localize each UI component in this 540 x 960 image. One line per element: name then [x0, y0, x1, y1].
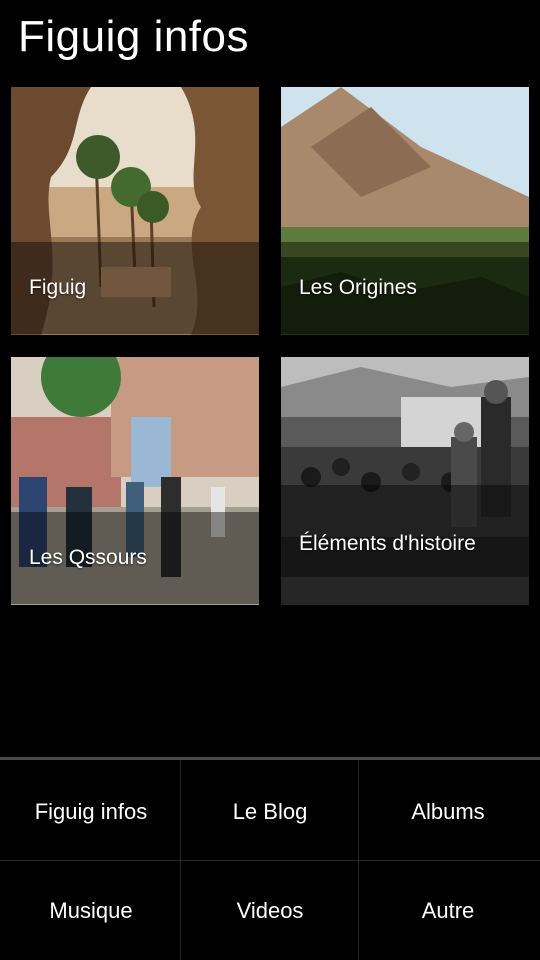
tile-les-origines[interactable]: Les Origines: [281, 87, 529, 335]
menu-item-videos[interactable]: Videos: [181, 861, 359, 960]
menu-item-figuig-infos[interactable]: Figuig infos: [2, 762, 180, 861]
bottom-menu: Figuig infos Le Blog Albums Musique Vide…: [0, 760, 540, 960]
tile-label: Les Qssours: [29, 546, 147, 569]
menu-item-albums[interactable]: Albums: [359, 762, 537, 861]
tile-elements-histoire[interactable]: Éléments d'histoire: [281, 357, 529, 605]
tile-caption-band: [281, 485, 529, 577]
menu-item-autre[interactable]: Autre: [359, 861, 537, 960]
tile-label: Figuig: [29, 276, 87, 299]
menu-item-musique[interactable]: Musique: [2, 861, 180, 960]
tile-les-qssours[interactable]: Les Qssours: [11, 357, 259, 605]
tile-figuig[interactable]: Figuig: [11, 87, 259, 335]
app-title: Figuig infos: [18, 12, 250, 61]
menu-item-le-blog[interactable]: Le Blog: [181, 762, 359, 861]
tile-label: Les Origines: [299, 276, 417, 299]
tile-label: Éléments d'histoire: [299, 532, 476, 555]
